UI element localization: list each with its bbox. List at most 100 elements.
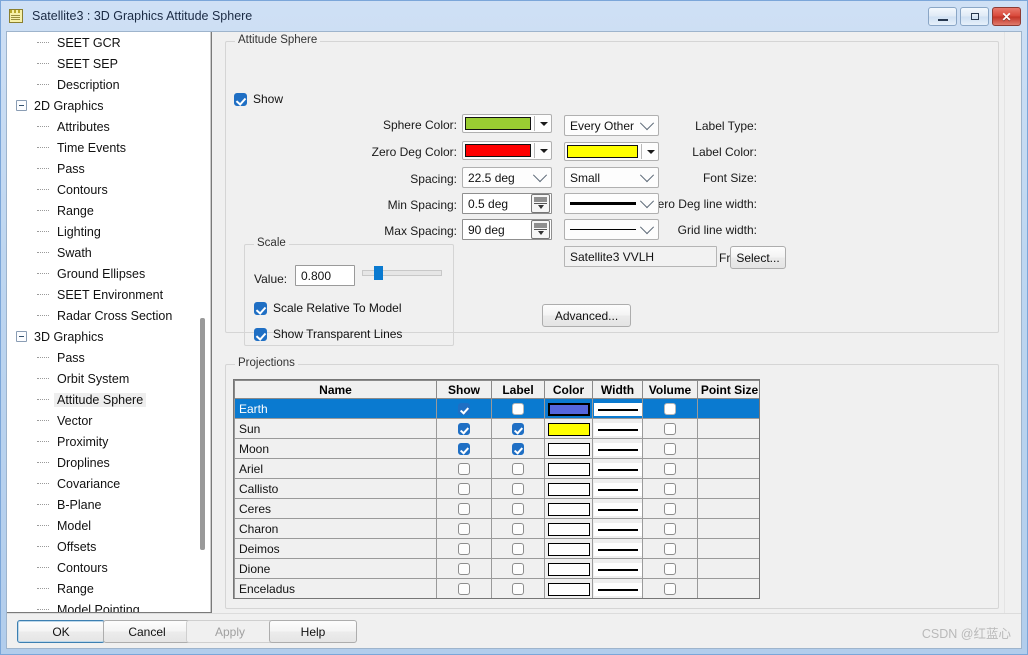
scale-value-input[interactable]: 0.800 bbox=[295, 265, 355, 286]
point-size-cell[interactable] bbox=[697, 398, 759, 419]
show-checkbox-cell[interactable] bbox=[436, 558, 492, 579]
tree-item-b-plane[interactable]: B-Plane bbox=[7, 494, 196, 515]
label-checkbox[interactable] bbox=[512, 403, 524, 416]
label-checkbox-cell[interactable] bbox=[491, 458, 545, 479]
tree-item-radar-cross-section[interactable]: Radar Cross Section bbox=[7, 305, 196, 326]
tree-item-seet-environment[interactable]: SEET Environment bbox=[7, 284, 196, 305]
projections-table-wrap[interactable]: Name Show Label Color Width Volume Point Size … bbox=[233, 379, 760, 599]
label-checkbox[interactable] bbox=[512, 483, 524, 496]
volume-checkbox-cell[interactable] bbox=[642, 578, 698, 598]
tree-item-ground-ellipses[interactable]: Ground Ellipses bbox=[7, 263, 196, 284]
show-checkbox[interactable] bbox=[458, 503, 470, 516]
tree-item-model-pointing[interactable]: Model Pointing bbox=[7, 599, 196, 612]
show-checkbox[interactable] bbox=[458, 423, 470, 436]
tree-item-time-events[interactable]: Time Events bbox=[7, 137, 196, 158]
color-cell[interactable] bbox=[544, 498, 593, 519]
tree-item-pass[interactable]: Pass bbox=[7, 158, 196, 179]
line-width-preview[interactable] bbox=[593, 422, 642, 436]
help-button[interactable]: Help bbox=[269, 620, 357, 643]
color-swatch[interactable] bbox=[547, 462, 590, 476]
show-checkbox[interactable] bbox=[458, 403, 470, 416]
volume-checkbox[interactable] bbox=[664, 443, 676, 456]
show-checkbox-cell[interactable] bbox=[436, 578, 492, 598]
tree-item-attitude-sphere[interactable]: Attitude Sphere bbox=[7, 389, 196, 410]
scale-relative-row[interactable]: Scale Relative To Model bbox=[254, 301, 402, 315]
point-size-cell[interactable] bbox=[697, 438, 759, 459]
label-color-picker[interactable] bbox=[564, 142, 659, 161]
table-row[interactable]: Dione bbox=[234, 558, 759, 579]
volume-checkbox-cell[interactable] bbox=[642, 418, 698, 439]
width-cell[interactable] bbox=[592, 538, 643, 559]
width-cell[interactable] bbox=[592, 558, 643, 579]
label-checkbox[interactable] bbox=[512, 583, 524, 596]
line-width-preview[interactable] bbox=[593, 502, 642, 516]
tree-item-range[interactable]: Range bbox=[7, 200, 196, 221]
color-cell[interactable] bbox=[544, 438, 593, 459]
label-checkbox[interactable] bbox=[512, 503, 524, 516]
volume-checkbox[interactable] bbox=[664, 563, 676, 576]
panel-splitter[interactable] bbox=[212, 32, 222, 613]
show-checkbox[interactable] bbox=[458, 483, 470, 496]
tree-item-orbit-system[interactable]: Orbit System bbox=[7, 368, 196, 389]
line-width-preview[interactable] bbox=[593, 462, 642, 476]
column-header-volume[interactable]: Volume bbox=[642, 380, 698, 399]
label-checkbox-cell[interactable] bbox=[491, 498, 545, 519]
width-cell[interactable] bbox=[592, 458, 643, 479]
table-row[interactable]: Ceres bbox=[234, 498, 759, 519]
tree-item-2d-graphics[interactable]: 2D Graphics bbox=[7, 95, 196, 116]
table-row[interactable]: Deimos bbox=[234, 538, 759, 559]
color-cell[interactable] bbox=[544, 478, 593, 499]
color-cell[interactable] bbox=[544, 578, 593, 598]
tree-scrollbar-thumb[interactable] bbox=[200, 318, 205, 550]
width-cell[interactable] bbox=[592, 438, 643, 459]
select-button[interactable]: Select... bbox=[730, 246, 786, 269]
show-checkbox-cell[interactable] bbox=[436, 418, 492, 439]
point-size-cell[interactable] bbox=[697, 518, 759, 539]
navigation-tree[interactable]: SEET GCR SEET SEP Description 2D Graphics At… bbox=[7, 32, 196, 612]
show-checkbox[interactable] bbox=[458, 583, 470, 596]
show-checkbox-row[interactable]: Show bbox=[234, 92, 283, 106]
line-width-preview[interactable] bbox=[593, 402, 642, 416]
label-checkbox[interactable] bbox=[512, 443, 524, 456]
color-swatch[interactable] bbox=[547, 542, 590, 556]
width-cell[interactable] bbox=[592, 418, 643, 439]
volume-checkbox[interactable] bbox=[664, 463, 676, 476]
color-cell[interactable] bbox=[545, 599, 593, 600]
zero-deg-line-width-combo[interactable] bbox=[564, 193, 659, 214]
tree-item-range[interactable]: Range bbox=[7, 578, 196, 599]
show-checkbox[interactable] bbox=[458, 543, 470, 556]
scale-slider[interactable] bbox=[362, 266, 442, 280]
label-checkbox-cell[interactable] bbox=[492, 599, 545, 600]
point-size-cell[interactable] bbox=[698, 599, 761, 600]
color-cell[interactable] bbox=[544, 398, 593, 419]
column-header-label[interactable]: Label bbox=[491, 380, 545, 399]
advanced-button[interactable]: Advanced... bbox=[542, 304, 631, 327]
line-width-preview[interactable] bbox=[593, 522, 642, 536]
collapse-icon[interactable] bbox=[16, 331, 27, 342]
volume-checkbox[interactable] bbox=[664, 523, 676, 536]
width-cell[interactable] bbox=[592, 398, 643, 419]
point-size-cell[interactable] bbox=[697, 418, 759, 439]
tree-item-seet-sep[interactable]: SEET SEP bbox=[7, 53, 196, 74]
label-checkbox-cell[interactable] bbox=[491, 558, 545, 579]
color-swatch[interactable] bbox=[547, 422, 590, 436]
volume-checkbox-cell[interactable] bbox=[642, 438, 698, 459]
collapse-icon[interactable] bbox=[16, 100, 27, 111]
color-cell[interactable] bbox=[544, 418, 593, 439]
color-swatch[interactable] bbox=[547, 562, 590, 576]
tree-item-covariance[interactable]: Covariance bbox=[7, 473, 196, 494]
color-swatch[interactable] bbox=[547, 402, 590, 416]
table-row[interactable]: Enceladus bbox=[234, 578, 759, 598]
table-row[interactable]: Charon bbox=[234, 518, 759, 539]
tree-item-swath[interactable]: Swath bbox=[7, 242, 196, 263]
show-checkbox-cell[interactable] bbox=[437, 599, 492, 600]
table-row[interactable]: Callisto bbox=[234, 478, 759, 499]
volume-checkbox-cell[interactable] bbox=[642, 478, 698, 499]
width-cell[interactable] bbox=[592, 498, 643, 519]
ok-button[interactable]: OK bbox=[17, 620, 105, 643]
point-size-cell[interactable] bbox=[697, 458, 759, 479]
volume-checkbox[interactable] bbox=[664, 543, 676, 556]
tree-item-pass[interactable]: Pass bbox=[7, 347, 196, 368]
volume-checkbox[interactable] bbox=[664, 423, 676, 436]
show-checkbox-cell[interactable] bbox=[436, 498, 492, 519]
